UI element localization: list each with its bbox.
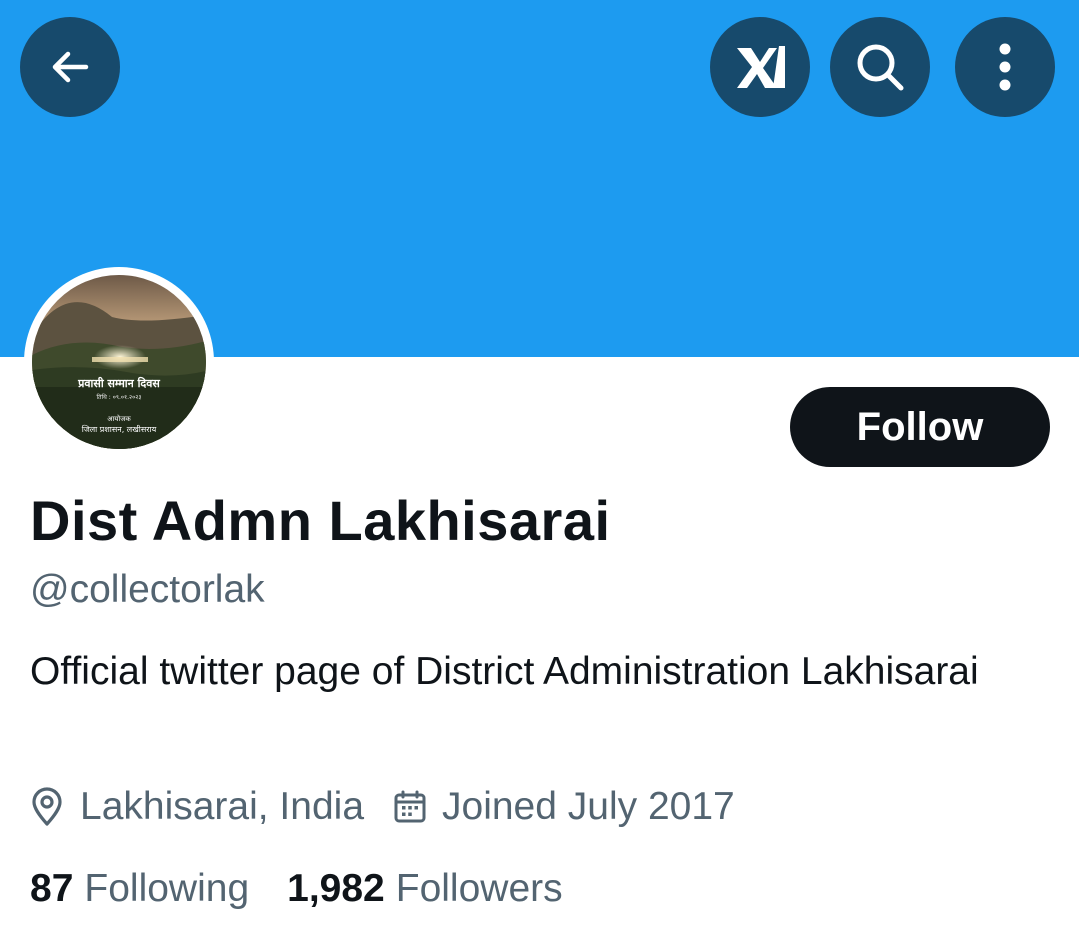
profile-meta: Lakhisarai, India Joined July 2017 (30, 780, 735, 834)
search-button[interactable] (830, 17, 930, 117)
followers-label: Followers (395, 867, 563, 910)
avatar-caption-2: तिथि : ०९.०१.२०२३ (97, 393, 142, 401)
avatar-image: प्रवासी सम्मान दिवस तिथि : ०९.०१.२०२३ आय… (32, 275, 206, 449)
grok-icon (737, 46, 785, 88)
more-vertical-icon (999, 43, 1011, 91)
search-icon (857, 44, 904, 91)
follow-button[interactable]: Follow (790, 387, 1050, 467)
arrow-left-icon (52, 51, 89, 83)
display-name: Dist Admn Lakhisarai (30, 489, 611, 552)
followers-link[interactable]: 1,982 Followers (287, 867, 562, 911)
followers-count: 1,982 (287, 867, 385, 910)
location-text: Lakhisarai, India (80, 785, 365, 828)
more-options-button[interactable] (955, 17, 1055, 117)
following-label: Following (84, 867, 250, 910)
avatar-caption-4: जिला प्रशासन, लखीसराय (82, 424, 157, 434)
profile-bio: Official twitter page of District Admini… (30, 650, 979, 693)
following-link[interactable]: 87 Following (30, 867, 249, 911)
grok-button[interactable] (710, 17, 810, 117)
joined-item: Joined July 2017 (394, 785, 735, 829)
user-handle: @collectorlak (30, 568, 265, 611)
avatar[interactable]: प्रवासी सम्मान दिवस तिथि : ०९.०१.२०२३ आय… (24, 267, 214, 457)
profile-stats: 87 Following 1,982 Followers (30, 862, 563, 916)
location-pin-icon (32, 787, 62, 826)
avatar-caption-1: प्रवासी सम्मान दिवस (77, 376, 160, 390)
back-button[interactable] (20, 17, 120, 117)
avatar-caption-3: आयोजक (107, 414, 131, 423)
location-item: Lakhisarai, India (30, 785, 364, 829)
following-count: 87 (30, 867, 74, 910)
calendar-icon (394, 790, 426, 823)
joined-text: Joined July 2017 (442, 785, 735, 828)
